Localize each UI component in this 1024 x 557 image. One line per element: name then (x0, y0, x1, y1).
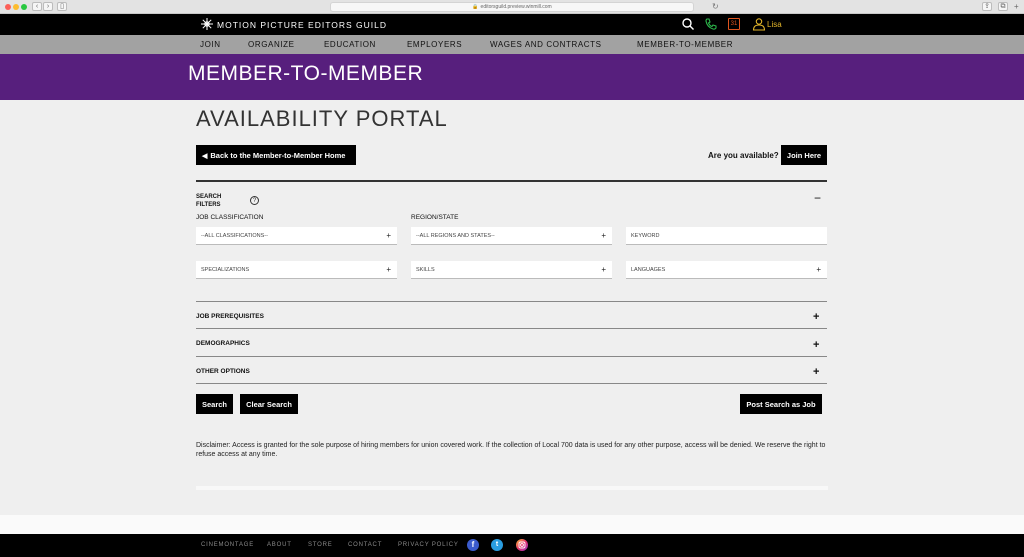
specializations-label: SPECIALIZATIONS (201, 267, 250, 273)
join-here-button[interactable]: Join Here (781, 145, 827, 165)
lock-icon: 🔒 (472, 4, 479, 10)
site-footer (0, 534, 1024, 557)
page-bottom-strip (0, 515, 1024, 534)
instagram-glyph (518, 541, 526, 549)
facebook-icon[interactable]: f (467, 539, 479, 551)
nav-wages-and-contracts[interactable]: WAGES AND CONTRACTS (490, 40, 602, 49)
search-button[interactable]: Search (196, 394, 233, 414)
plus-icon: + (386, 231, 391, 240)
divider (196, 301, 827, 302)
keyword-placeholder: KEYWORD (631, 233, 660, 239)
browser-back-button[interactable]: ‹ (32, 2, 42, 11)
guild-logo-icon[interactable] (200, 17, 214, 31)
banner-title: MEMBER-TO-MEMBER (188, 62, 424, 85)
phone-icon[interactable] (704, 17, 718, 31)
skills-select[interactable]: SKILLS + (411, 261, 612, 279)
footer-link-contact[interactable]: CONTACT (348, 542, 382, 548)
address-bar[interactable]: 🔒 editorsguild.preview.winmill.com (330, 2, 694, 12)
plus-icon: + (601, 231, 606, 240)
divider (196, 383, 827, 384)
content-bottom-edge (196, 486, 828, 490)
search-icon[interactable] (681, 17, 695, 31)
clear-search-button[interactable]: Clear Search (240, 394, 298, 414)
availability-question: Are you available? (708, 151, 779, 160)
collapse-filters-icon[interactable]: − (814, 191, 821, 205)
twitter-icon[interactable]: t (491, 539, 503, 551)
region-state-label: REGION/STATE (411, 214, 459, 221)
region-state-select[interactable]: --ALL REGIONS AND STATES-- + (411, 227, 612, 245)
close-window-button[interactable] (5, 4, 11, 10)
user-icon[interactable] (752, 17, 766, 31)
plus-icon: + (816, 265, 821, 274)
divider (196, 356, 827, 357)
post-search-as-job-button[interactable]: Post Search as Job (740, 394, 822, 414)
nav-join[interactable]: JOIN (200, 40, 221, 49)
zoom-window-button[interactable] (21, 4, 27, 10)
caret-left-icon: ◀ (202, 152, 208, 160)
search-filters-label[interactable]: SEARCH FILTERS (196, 193, 236, 209)
share-button[interactable]: ⇪ (982, 2, 992, 11)
disclaimer-text: Disclaimer: Access is granted for the so… (196, 442, 826, 458)
footer-link-store[interactable]: STORE (308, 542, 333, 548)
job-classification-label: JOB CLASSIFICATION (196, 214, 264, 221)
languages-select[interactable]: LANGUAGES + (626, 261, 827, 279)
help-icon[interactable]: ? (250, 196, 259, 205)
plus-icon: + (601, 265, 606, 274)
specializations-select[interactable]: SPECIALIZATIONS + (196, 261, 397, 279)
tabs-button[interactable]: ⧉ (998, 2, 1008, 11)
reload-icon[interactable]: ↻ (712, 2, 719, 11)
top-header (0, 14, 1024, 35)
sidebar-toggle-button[interactable]: ▯ (57, 2, 67, 11)
footer-link-privacy-policy[interactable]: PRIVACY POLICY (398, 542, 459, 548)
languages-label: LANGUAGES (631, 267, 666, 273)
demographics-toggle[interactable]: DEMOGRAPHICS (196, 340, 250, 347)
region-state-value: --ALL REGIONS AND STATES-- (416, 233, 495, 239)
site-brand[interactable]: MOTION PICTURE EDITORS GUILD (217, 20, 387, 30)
divider (196, 180, 827, 182)
nav-member-to-member[interactable]: MEMBER-TO-MEMBER (637, 40, 733, 49)
plus-icon: + (386, 265, 391, 274)
nav-organize[interactable]: ORGANIZE (248, 40, 295, 49)
skills-label: SKILLS (416, 267, 435, 273)
expand-other-options-icon[interactable]: + (813, 366, 819, 378)
url-text: editorsguild.preview.winmill.com (480, 4, 552, 10)
new-tab-button[interactable]: + (1014, 2, 1019, 11)
nav-education[interactable]: EDUCATION (324, 40, 376, 49)
job-prerequisites-toggle[interactable]: JOB PREREQUISITES (196, 313, 264, 320)
expand-job-prerequisites-icon[interactable]: + (813, 311, 819, 323)
job-classification-value: --ALL CLASSIFICATIONS-- (201, 233, 268, 239)
footer-link-cinemontage[interactable]: CINEMONTAGE (201, 542, 254, 548)
other-options-toggle[interactable]: OTHER OPTIONS (196, 368, 250, 375)
instagram-icon[interactable] (516, 539, 528, 551)
back-to-home-button[interactable]: ◀ Back to the Member-to-Member Home (196, 145, 356, 165)
browser-toolbar: ‹ › ▯ 🔒 editorsguild.preview.winmill.com … (0, 0, 1024, 14)
browser-forward-button[interactable]: › (43, 2, 53, 11)
footer-link-about[interactable]: ABOUT (267, 542, 292, 548)
divider (196, 328, 827, 329)
user-name[interactable]: Lisa (767, 20, 782, 29)
back-button-label: Back to the Member-to-Member Home (210, 150, 346, 160)
minimize-window-button[interactable] (13, 4, 19, 10)
job-classification-select[interactable]: --ALL CLASSIFICATIONS-- + (196, 227, 397, 245)
main-nav: JOIN ORGANIZE EDUCATION EMPLOYERS WAGES … (0, 35, 1024, 54)
expand-demographics-icon[interactable]: + (813, 339, 819, 351)
calendar-icon[interactable]: 31 (728, 18, 740, 30)
page-title: AVAILABILITY PORTAL (196, 106, 448, 131)
nav-employers[interactable]: EMPLOYERS (407, 40, 462, 49)
section-banner: MEMBER-TO-MEMBER (0, 54, 1024, 100)
keyword-input[interactable]: KEYWORD (626, 227, 827, 245)
